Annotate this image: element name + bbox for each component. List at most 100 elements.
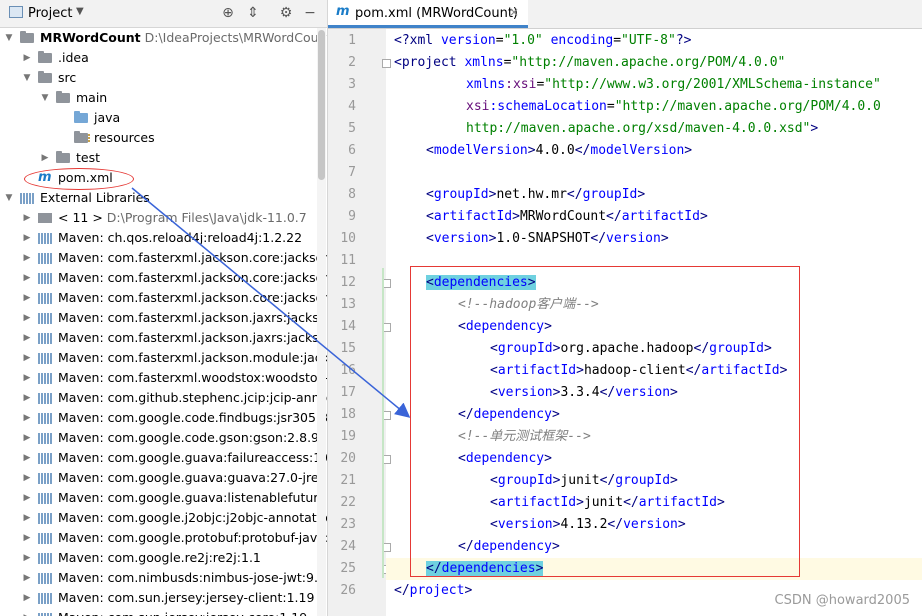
tree-label: src: [58, 70, 77, 85]
collapsed-arrow-icon[interactable]: ▶: [22, 548, 32, 568]
line-number: 2: [348, 55, 356, 70]
tree-lib[interactable]: ▶ Maven: com.google.guava:guava:27.0-jre: [0, 468, 327, 488]
tree-label: Maven: com.google.guava:listenablefuture…: [58, 490, 327, 505]
folder-icon: [56, 91, 70, 103]
tree-label: java: [94, 110, 121, 125]
code-token: "http://www.w3.org/2001/XMLSchema-instan…: [544, 77, 881, 92]
tree-lib[interactable]: ▶ Maven: com.sun.jersey:jersey-client:1.1…: [0, 588, 327, 608]
collapsed-arrow-icon[interactable]: ▶: [22, 448, 32, 468]
tree-lib[interactable]: ▶ Maven: com.google.guava:listenablefutur…: [0, 488, 327, 508]
collapsed-arrow-icon[interactable]: ▶: [22, 468, 32, 488]
library-icon: [38, 453, 52, 464]
collapsed-arrow-icon[interactable]: ▶: [22, 528, 32, 548]
code-token: </: [394, 583, 410, 598]
tree-lib[interactable]: ▶ Maven: com.fasterxml.jackson.core:jacks…: [0, 288, 327, 308]
tree-lib[interactable]: ▶ Maven: com.sun.jersey:jersey-core:1.19: [0, 608, 327, 616]
line-number: 17: [340, 385, 356, 400]
code-token: xmlns: [466, 77, 506, 92]
project-icon: [9, 6, 23, 18]
collapsed-arrow-icon[interactable]: ▶: [22, 368, 32, 388]
collapsed-arrow-icon[interactable]: ▶: [22, 488, 32, 508]
code-token: =: [613, 33, 622, 48]
code-token: "UTF-8": [621, 33, 676, 48]
tree-lib[interactable]: ▶ Maven: com.fasterxml.jackson.jaxrs:jack…: [0, 328, 327, 348]
tree-label: MRWordCount D:\IdeaProjects\MRWordCount: [40, 28, 327, 48]
tree-lib[interactable]: ▶ Maven: com.github.stephenc.jcip:jcip-an…: [0, 388, 327, 408]
expanded-arrow-icon[interactable]: ▼: [22, 68, 32, 88]
tree-lib[interactable]: ▶ Maven: com.fasterxml.jackson.jaxrs:jack…: [0, 308, 327, 328]
scrollbar-thumb[interactable]: [318, 30, 325, 180]
code-token: >: [684, 143, 693, 158]
tree-lib[interactable]: ▶ Maven: com.fasterxml.woodstox:woodstox-…: [0, 368, 327, 388]
collapsed-arrow-icon[interactable]: ▶: [22, 508, 32, 528]
tree-label: Maven: com.google.j2objc:j2objc-annotati…: [58, 510, 327, 525]
tree-root[interactable]: ▼ MRWordCount D:\IdeaProjects\MRWordCount: [0, 28, 327, 48]
tree-src[interactable]: ▼ src: [0, 68, 327, 88]
library-icon: [38, 533, 52, 544]
tree-label: External Libraries: [40, 190, 150, 205]
collapsed-arrow-icon[interactable]: ▶: [22, 388, 32, 408]
collapsed-arrow-icon[interactable]: ▶: [22, 48, 32, 68]
tree-label: < 11 > D:\Program Files\Java\jdk-11.0.7: [58, 210, 307, 225]
tree-java[interactable]: java: [0, 108, 327, 128]
collapsed-arrow-icon[interactable]: ▶: [22, 268, 32, 288]
library-icon: [38, 313, 52, 324]
code-token: <: [426, 187, 434, 202]
tree-resources[interactable]: resources: [0, 128, 327, 148]
chevron-down-icon[interactable]: ▼: [76, 6, 84, 17]
collapse-icon[interactable]: ⇕: [245, 5, 261, 21]
tree-lib[interactable]: ▶ Maven: com.google.code.findbugs:jsr305:…: [0, 408, 327, 428]
minus-icon[interactable]: −: [302, 5, 318, 21]
line-number: 14: [340, 319, 356, 334]
expanded-arrow-icon[interactable]: ▼: [4, 188, 14, 208]
collapsed-arrow-icon[interactable]: ▶: [22, 588, 32, 608]
tab-label: pom.xml (MRWordCount): [355, 6, 518, 21]
tree-scrollbar[interactable]: [317, 28, 326, 616]
gear-icon[interactable]: ⚙: [278, 5, 294, 21]
tree-lib[interactable]: ▶ Maven: com.google.protobuf:protobuf-jav…: [0, 528, 327, 548]
collapsed-arrow-icon[interactable]: ▶: [22, 288, 32, 308]
collapsed-arrow-icon[interactable]: ▶: [22, 348, 32, 368]
fold-marker-icon[interactable]: [382, 59, 391, 68]
tree-main[interactable]: ▼ main: [0, 88, 327, 108]
tree-lib[interactable]: ▶ Maven: com.fasterxml.jackson.module:jac…: [0, 348, 327, 368]
tree-jdk[interactable]: ▶ < 11 > D:\Program Files\Java\jdk-11.0.7: [0, 208, 327, 228]
code-token: >: [527, 143, 536, 158]
tree-test[interactable]: ▶ test: [0, 148, 327, 168]
expanded-arrow-icon[interactable]: ▼: [4, 28, 14, 48]
code-line: <modelVersion>4.0.0</modelVersion>: [426, 140, 692, 162]
library-icon: [38, 333, 52, 344]
tree-lib[interactable]: ▶ Maven: com.google.re2j:re2j:1.1: [0, 548, 327, 568]
expanded-arrow-icon[interactable]: ▼: [40, 88, 50, 108]
target-icon[interactable]: ⊕: [220, 5, 236, 21]
tree-idea[interactable]: ▶ .idea: [0, 48, 327, 68]
tab-pom-xml[interactable]: m pom.xml (MRWordCount) ×: [328, 0, 528, 28]
collapsed-arrow-icon[interactable]: ▶: [22, 248, 32, 268]
collapsed-arrow-icon[interactable]: ▶: [40, 148, 50, 168]
tree-lib[interactable]: ▶ Maven: com.google.code.gson:gson:2.8.9: [0, 428, 327, 448]
library-icon: [38, 253, 52, 264]
tree-lib[interactable]: ▶ Maven: ch.qos.reload4j:reload4j:1.2.22: [0, 228, 327, 248]
code-token: modelVersion: [590, 143, 685, 158]
tree-lib[interactable]: ▶ Maven: com.google.guava:failureaccess:1…: [0, 448, 327, 468]
close-icon[interactable]: ×: [509, 5, 519, 19]
collapsed-arrow-icon[interactable]: ▶: [22, 408, 32, 428]
tree-lib[interactable]: ▶ Maven: com.google.j2objc:j2objc-annotat…: [0, 508, 327, 528]
collapsed-arrow-icon[interactable]: ▶: [22, 568, 32, 588]
collapsed-arrow-icon[interactable]: ▶: [22, 308, 32, 328]
library-icon: [38, 273, 52, 284]
tree-lib[interactable]: ▶ Maven: com.nimbusds:nimbus-jose-jwt:9.8…: [0, 568, 327, 588]
collapsed-arrow-icon[interactable]: ▶: [22, 228, 32, 248]
tree-lib[interactable]: ▶ Maven: com.fasterxml.jackson.core:jacks…: [0, 248, 327, 268]
library-icon: [38, 233, 52, 244]
collapsed-arrow-icon[interactable]: ▶: [22, 328, 32, 348]
tree-external[interactable]: ▼ External Libraries: [0, 188, 327, 208]
tree-lib[interactable]: ▶ Maven: com.fasterxml.jackson.core:jacks…: [0, 268, 327, 288]
collapsed-arrow-icon[interactable]: ▶: [22, 608, 32, 616]
project-title[interactable]: Project: [28, 6, 72, 21]
collapsed-arrow-icon[interactable]: ▶: [22, 208, 32, 228]
tree-label: Maven: com.google.code.findbugs:jsr305:3…: [58, 410, 327, 425]
library-icon: [38, 373, 52, 384]
collapsed-arrow-icon[interactable]: ▶: [22, 428, 32, 448]
code-token: groupId: [582, 187, 638, 202]
